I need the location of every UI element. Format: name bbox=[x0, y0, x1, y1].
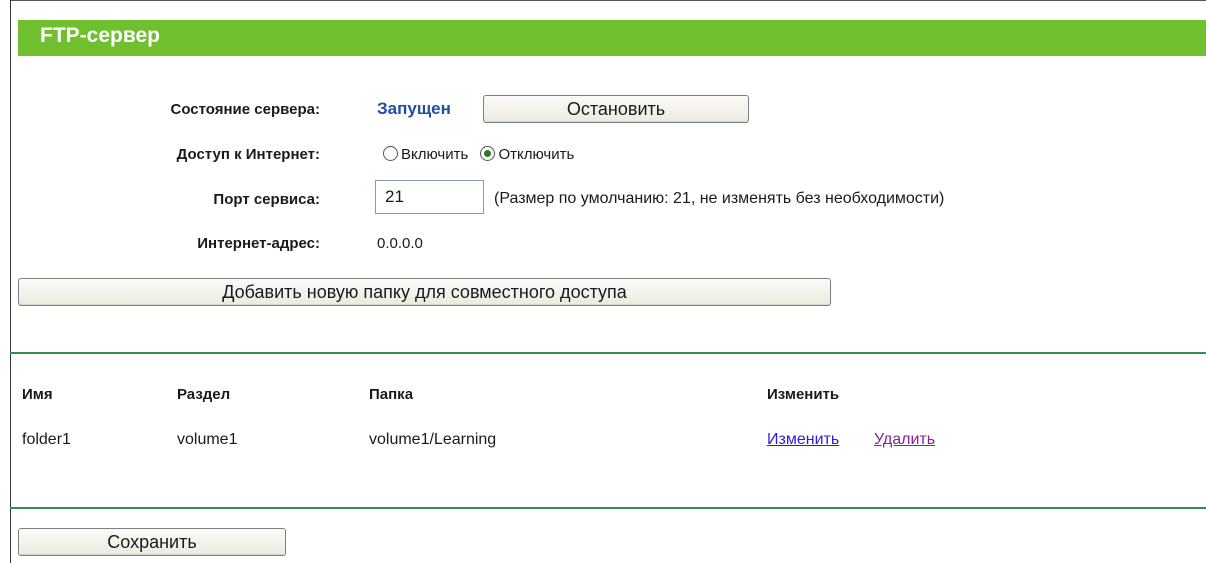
section-header: FTP-сервер bbox=[18, 20, 1206, 56]
internet-address-label: Интернет-адрес: bbox=[197, 235, 320, 252]
delete-folder-link[interactable]: Удалить bbox=[874, 431, 935, 449]
service-port-label: Порт сервиса: bbox=[213, 191, 320, 208]
column-header-modify: Изменить bbox=[767, 386, 840, 403]
internet-access-label: Доступ к Интернет: bbox=[176, 146, 320, 163]
radio-disable-option[interactable]: Отключить bbox=[480, 146, 574, 163]
radio-disable-label: Отключить bbox=[498, 146, 575, 163]
radio-disable-icon[interactable] bbox=[480, 146, 496, 161]
radio-enable-icon[interactable] bbox=[383, 146, 398, 161]
server-status-label: Состояние сервера: bbox=[170, 101, 320, 118]
column-header-partition: Раздел bbox=[177, 386, 231, 403]
server-status-value: Запущен bbox=[377, 99, 451, 118]
internet-address-value: 0.0.0.0 bbox=[377, 235, 423, 252]
internet-access-radio-group: Включить Отключить bbox=[383, 146, 574, 163]
service-port-input[interactable] bbox=[375, 180, 484, 214]
edit-folder-link[interactable]: Изменить bbox=[767, 431, 839, 449]
column-header-folder: Папка bbox=[369, 386, 414, 403]
save-button[interactable]: Сохранить bbox=[18, 528, 286, 556]
row-name-cell: folder1 bbox=[22, 431, 71, 448]
section-divider-top bbox=[10, 352, 1206, 354]
radio-enable-option[interactable]: Включить bbox=[383, 146, 472, 163]
column-header-name: Имя bbox=[22, 386, 53, 403]
row-partition-cell: volume1 bbox=[177, 431, 238, 448]
add-shared-folder-button[interactable]: Добавить новую папку для совместного дос… bbox=[18, 278, 831, 306]
radio-enable-label: Включить bbox=[401, 146, 469, 163]
stop-server-button[interactable]: Остановить bbox=[483, 95, 749, 123]
page-title: FTP-сервер bbox=[40, 24, 160, 47]
section-divider-bottom bbox=[10, 507, 1206, 509]
row-folder-cell: volume1/Learning bbox=[369, 431, 497, 448]
service-port-hint: (Размер по умолчанию: 21, не изменять бе… bbox=[494, 190, 945, 207]
